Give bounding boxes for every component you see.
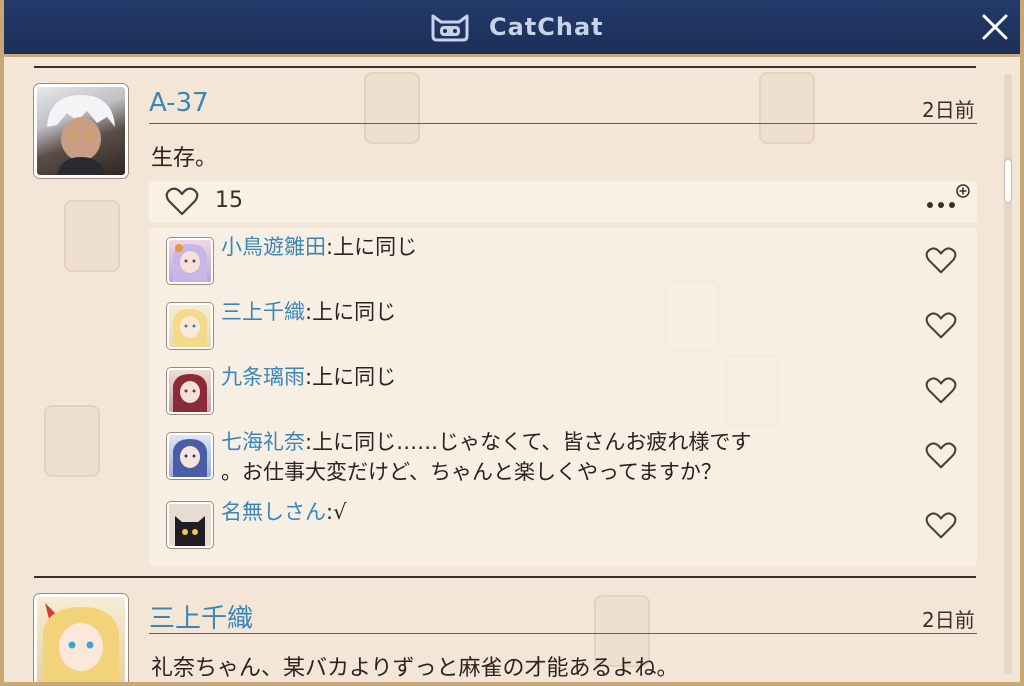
heart-icon[interactable] bbox=[925, 511, 957, 541]
post-username[interactable]: A-37 bbox=[149, 88, 209, 118]
avatar[interactable] bbox=[167, 433, 213, 479]
avatar[interactable] bbox=[167, 238, 213, 284]
reply-message: 上に同じ bbox=[333, 235, 418, 259]
like-count: 15 bbox=[215, 188, 243, 213]
reply-text-continued: 。お仕事大変だけど、ちゃんと楽しくやってますか？ bbox=[221, 460, 722, 484]
title-bar: CatChat bbox=[4, 0, 1020, 57]
avatar-portrait bbox=[173, 439, 207, 477]
avatar-portrait bbox=[173, 374, 207, 412]
avatar-portrait bbox=[173, 244, 207, 282]
reply-message: 上に同じ bbox=[312, 365, 397, 389]
heart-icon[interactable] bbox=[165, 187, 199, 217]
post-divider bbox=[34, 576, 976, 578]
scrollbar-thumb[interactable] bbox=[1005, 160, 1011, 202]
reply-username[interactable]: 三上千織 bbox=[221, 300, 305, 324]
post-username[interactable]: 三上千織 bbox=[149, 598, 253, 635]
reply-message: 上に同じ……じゃなくて、皆さんお疲れ様です bbox=[312, 430, 752, 454]
heart-icon[interactable] bbox=[925, 441, 957, 471]
background-tile bbox=[364, 72, 420, 144]
reply-text: 三上千織:上に同じ bbox=[221, 296, 396, 329]
heart-icon[interactable] bbox=[925, 376, 957, 406]
reply-message: √ bbox=[333, 500, 347, 524]
reply-text: 名無しさん:√ bbox=[221, 496, 346, 529]
reply-username[interactable]: 名無しさん bbox=[221, 500, 326, 524]
title-group: CatChat bbox=[429, 12, 604, 42]
avatar[interactable] bbox=[167, 303, 213, 349]
header-underline bbox=[149, 633, 977, 634]
catchat-window: CatChat A-37 2日前 生存。 15 小鳥遊雛田:上に同じ 三上千織:… bbox=[0, 0, 1024, 686]
avatar[interactable] bbox=[34, 84, 128, 178]
reply-username[interactable]: 九条璃雨 bbox=[221, 365, 305, 389]
close-icon[interactable] bbox=[980, 12, 1010, 42]
post-divider bbox=[34, 66, 976, 68]
reply-username[interactable]: 小鳥遊雛田 bbox=[221, 235, 326, 259]
heart-icon[interactable] bbox=[925, 246, 957, 276]
likes-bar: 15 bbox=[149, 181, 977, 223]
reply-username[interactable]: 七海礼奈 bbox=[221, 430, 305, 454]
black-cat-icon bbox=[175, 516, 205, 546]
cat-head-icon bbox=[431, 14, 469, 42]
post-text: 礼奈ちゃん、某バカよりずっと麻雀の才能あるよね。 bbox=[151, 656, 679, 681]
avatar-portrait bbox=[43, 603, 119, 682]
avatar[interactable] bbox=[34, 594, 128, 682]
reply-message: 上に同じ bbox=[312, 300, 397, 324]
avatar-portrait bbox=[173, 309, 207, 347]
reply-text: 七海礼奈:上に同じ……じゃなくて、皆さんお疲れ様です bbox=[221, 426, 751, 459]
reply-text: 九条璃雨:上に同じ bbox=[221, 361, 396, 394]
post-timestamp: 2日前 bbox=[922, 98, 975, 122]
more-options-icon[interactable] bbox=[923, 183, 973, 215]
background-tile bbox=[44, 405, 100, 477]
background-tile bbox=[64, 200, 120, 272]
avatar[interactable] bbox=[167, 368, 213, 414]
avatar-portrait bbox=[47, 95, 115, 175]
background-tile bbox=[759, 72, 815, 144]
header-underline bbox=[149, 123, 977, 124]
window-title: CatChat bbox=[489, 13, 604, 41]
reply-text: 小鳥遊雛田:上に同じ bbox=[221, 231, 417, 264]
heart-icon[interactable] bbox=[925, 311, 957, 341]
reply-list: 小鳥遊雛田:上に同じ 三上千織:上に同じ 九条璃雨:上に同じ 七海礼奈:上に同じ… bbox=[149, 228, 977, 566]
post-timestamp: 2日前 bbox=[922, 608, 975, 632]
post-text: 生存。 bbox=[151, 146, 218, 171]
avatar[interactable] bbox=[167, 502, 213, 548]
